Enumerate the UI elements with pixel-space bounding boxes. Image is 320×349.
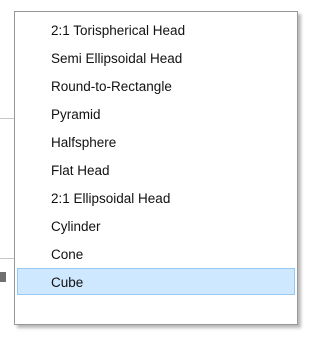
option-halfsphere[interactable]: Halfsphere — [17, 128, 295, 155]
option-pyramid[interactable]: Pyramid — [17, 100, 295, 127]
background-control-edge — [0, 272, 6, 282]
option-flat-head[interactable]: Flat Head — [17, 156, 295, 183]
option-cylinder[interactable]: Cylinder — [17, 212, 295, 239]
screen: 2:1 Torispherical Head Semi Ellipsoidal … — [0, 0, 304, 349]
option-round-to-rectangle[interactable]: Round-to-Rectangle — [17, 72, 295, 99]
option-cube[interactable]: Cube — [17, 268, 295, 295]
option-cone[interactable]: Cone — [17, 240, 295, 267]
option-torispherical-head[interactable]: 2:1 Torispherical Head — [17, 16, 295, 43]
background-divider — [0, 118, 14, 119]
shape-dropdown-list[interactable]: 2:1 Torispherical Head Semi Ellipsoidal … — [14, 11, 298, 325]
shape-options-menu: 2:1 Torispherical Head Semi Ellipsoidal … — [15, 12, 297, 298]
option-ellipsoidal-head[interactable]: 2:1 Ellipsoidal Head — [17, 184, 295, 211]
option-semi-ellipsoidal-head[interactable]: Semi Ellipsoidal Head — [17, 44, 295, 71]
background-divider — [0, 258, 14, 259]
background-window — [0, 0, 14, 349]
